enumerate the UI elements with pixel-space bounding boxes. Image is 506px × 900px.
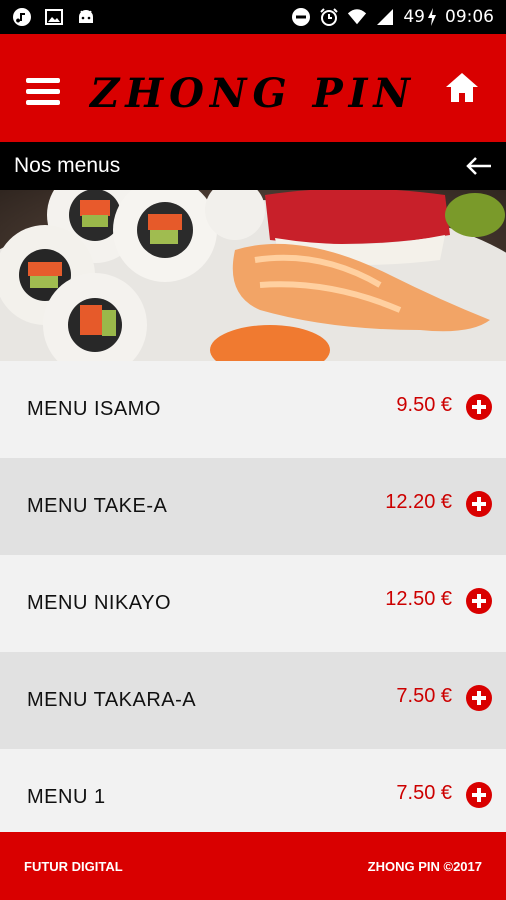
do-not-disturb-icon [291,7,311,27]
status-bar: 49 09:06 [0,0,506,34]
app-bar: ZHONG PIN [0,34,506,142]
footer: FUTUR DIGITAL ZHONG PIN ©2017 [0,832,506,900]
menu-price: 12.20 € [385,491,452,513]
menu-price: 7.50 € [396,685,452,707]
list-item[interactable]: MENU TAKE-A 12.20 € [0,458,506,555]
list-item[interactable]: MENU TAKARA-A 7.50 € [0,652,506,749]
menu-name: MENU 1 [27,786,106,808]
section-header: Nos menus [0,142,506,190]
battery-charging-icon [427,7,437,27]
list-item[interactable]: MENU NIKAYO 12.50 € [0,555,506,652]
menu-name: MENU ISAMO [27,398,161,420]
menu-price: 7.50 € [396,782,452,804]
menu-price: 9.50 € [396,394,452,416]
add-plus-icon[interactable] [466,587,492,614]
menu-name: MENU TAKE-A [27,495,168,517]
image-icon [44,7,64,27]
battery-level: 49 [403,7,425,27]
signal-icon [375,7,395,27]
menu-name: MENU TAKARA-A [27,689,197,711]
menu-list: MENU ISAMO 9.50 € MENU TAKE-A 12.20 € ME… [0,361,506,846]
footer-copyright: ZHONG PIN ©2017 [367,858,482,874]
add-plus-icon[interactable] [466,684,492,711]
sushi-banner-image [0,190,506,361]
home-icon[interactable] [444,70,480,106]
brand-title: ZHONG PIN [90,70,416,117]
add-plus-icon[interactable] [466,393,492,420]
add-plus-icon[interactable] [466,490,492,517]
footer-credit[interactable]: FUTUR DIGITAL [24,859,123,874]
wifi-icon [347,7,367,27]
menu-name: MENU NIKAYO [27,592,172,614]
music-note-icon [12,7,32,27]
android-icon [76,7,96,27]
add-plus-icon[interactable] [466,781,492,808]
clock: 09:06 [445,7,494,27]
section-title: Nos menus [14,154,121,177]
back-arrow-icon[interactable] [466,156,492,176]
menu-price: 12.50 € [385,588,452,610]
alarm-icon [319,7,339,27]
list-item[interactable]: MENU ISAMO 9.50 € [0,361,506,458]
